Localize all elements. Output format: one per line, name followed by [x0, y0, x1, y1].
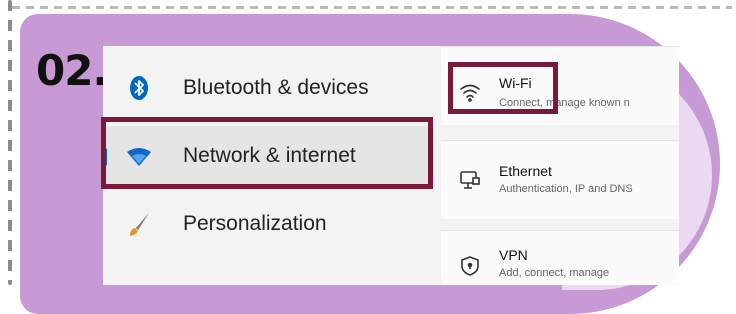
sidebar-item-partial[interactable] [103, 262, 433, 285]
sidebar-item-label: Bluetooth & devices [183, 76, 369, 99]
left-dashed-border [8, 0, 12, 285]
ethernet-title: Ethernet [499, 163, 552, 179]
highlight-box-wifi [448, 62, 558, 114]
paintbrush-icon [125, 210, 153, 238]
vpn-shield-icon [459, 255, 481, 277]
ethernet-icon [459, 169, 481, 191]
vpn-title: VPN [499, 247, 528, 263]
step-number: 02. [36, 46, 108, 95]
highlight-box-network [101, 117, 433, 189]
vpn-row[interactable]: VPN Add, connect, manage [441, 230, 679, 285]
ethernet-subtitle: Authentication, IP and DNS [499, 183, 633, 195]
apps-icon [125, 278, 153, 285]
sidebar-item-personalization[interactable]: Personalization [103, 194, 433, 254]
vpn-subtitle: Add, connect, manage [499, 267, 610, 279]
sidebar-item-bluetooth[interactable]: Bluetooth & devices [103, 58, 433, 118]
ethernet-row[interactable]: Ethernet Authentication, IP and DNS [441, 140, 679, 219]
top-dashed-border [12, 6, 732, 9]
sidebar-item-label: Personalization [183, 212, 327, 235]
bluetooth-icon [125, 74, 153, 102]
